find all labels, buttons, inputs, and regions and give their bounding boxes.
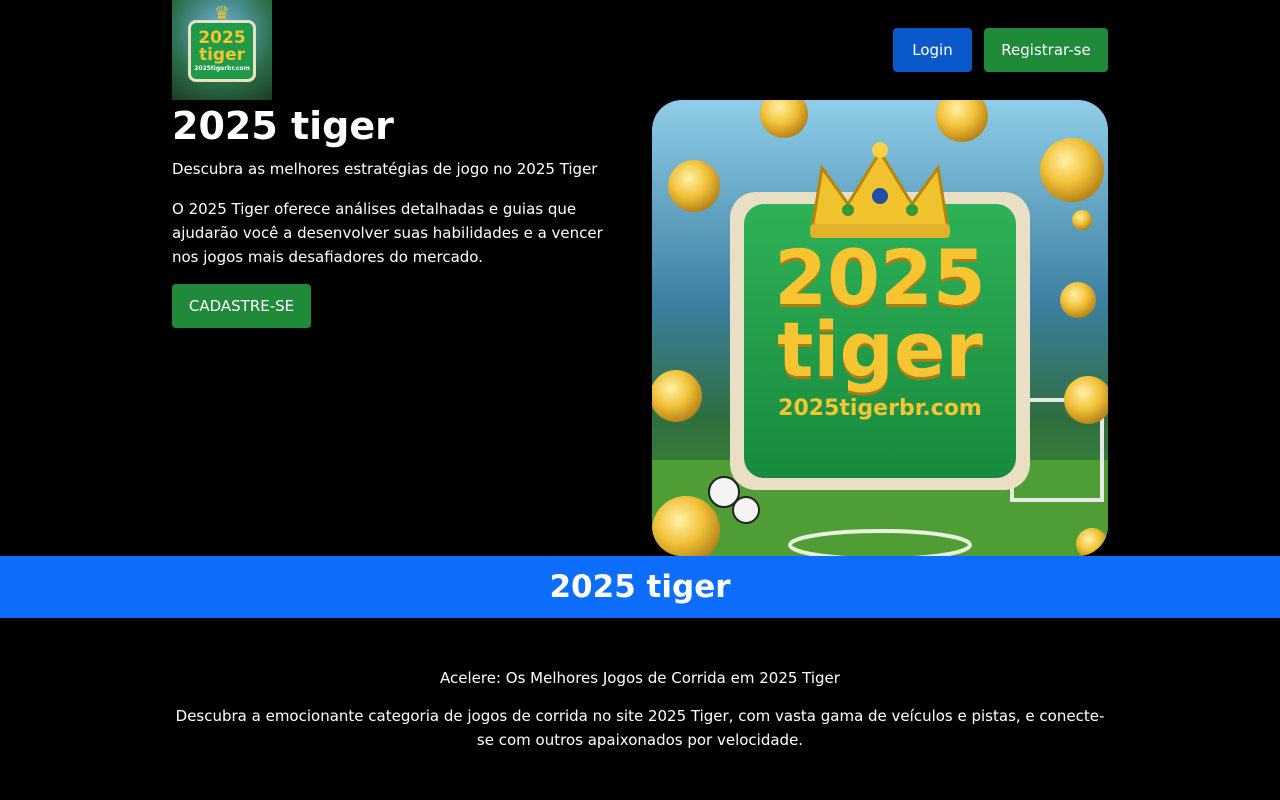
hero-image-domain: 2025tigerbr.com: [778, 396, 982, 421]
logo-text-domain: 2025tigerbr.com: [194, 65, 250, 72]
banner-title: 2025 tiger: [549, 569, 731, 605]
coin-icon: [1060, 282, 1096, 318]
hero-subtitle: Descubra as melhores estratégias de jogo…: [172, 160, 598, 178]
coin-icon: [668, 160, 720, 212]
section-title: Acelere: Os Melhores Jogos de Corrida em…: [440, 669, 840, 687]
hero-description: O 2025 Tiger oferece análises detalhadas…: [172, 200, 603, 266]
register-button[interactable]: Registrar-se: [984, 28, 1108, 72]
hero-text: 2025 tiger Descubra as melhores estratég…: [172, 102, 632, 328]
logo-tile: 2025 tiger 2025tigerbr.com: [188, 20, 256, 82]
signup-cta-button[interactable]: CADASTRE-SE: [172, 284, 311, 328]
hero-image-name: tiger: [777, 305, 983, 394]
section-text: Descubra a emocionante categoria de jogo…: [175, 707, 1105, 749]
login-button[interactable]: Login: [893, 28, 972, 72]
hero-image: 2025 tiger 2025tigerbr.com: [652, 100, 1108, 556]
hero-image-text: 2025 tiger 2025tigerbr.com: [744, 240, 1016, 420]
site-header: ♛ 2025 tiger 2025tigerbr.com Login Regis…: [172, 0, 1108, 100]
logo-text-name: tiger: [198, 45, 246, 65]
content-section: Acelere: Os Melhores Jogos de Corrida em…: [172, 664, 1108, 752]
section-banner: 2025 tiger: [0, 556, 1280, 618]
site-logo[interactable]: ♛ 2025 tiger 2025tigerbr.com: [172, 0, 272, 100]
hero-title: 2025 tiger: [172, 104, 394, 148]
coin-icon: [1040, 138, 1104, 202]
coin-icon: [1072, 210, 1092, 230]
coin-icon: [652, 370, 702, 422]
